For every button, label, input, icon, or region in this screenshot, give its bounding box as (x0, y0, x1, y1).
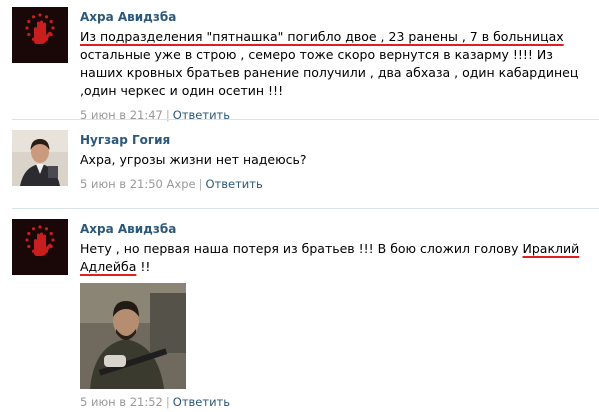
comment-text: Нету , но первая наша потеря из братьев … (80, 240, 593, 276)
comment-author[interactable]: Нугзар Гогия (80, 133, 170, 147)
comment-separator (12, 119, 599, 120)
comments-list: Ахра Авидзба Из подразделения "пятнашка"… (0, 0, 599, 412)
comment-content: Ахра Авидзба Нету , но первая наша потер… (80, 221, 593, 409)
reply-button[interactable]: Ответить (173, 395, 230, 409)
red-hand-stars-flag-icon (12, 219, 68, 275)
comment-item: Нугзар Гогия Ахра, угрозы жизни нет наде… (0, 119, 599, 208)
avatar[interactable] (12, 7, 68, 63)
comment-meta: 5 июн в 21:52 | Ответить (80, 395, 593, 409)
avatar[interactable] (12, 130, 68, 186)
comment-content: Ахра Авидзба Из подразделения "пятнашка"… (80, 9, 593, 122)
reply-to-name[interactable]: Ахре (167, 177, 196, 191)
soldier-photo-icon (80, 283, 186, 389)
comment-meta: 5 июн в 21:50 Ахре | Ответить (80, 177, 593, 191)
comment-author[interactable]: Ахра Авидзба (80, 222, 176, 236)
red-hand-stars-flag-icon (12, 7, 68, 63)
comment-date[interactable]: 5 июн в 21:52 (80, 395, 163, 409)
comment-text: Из подразделения "пятнашка" погибло двое… (80, 28, 593, 100)
comment-text: Ахра, угрозы жизни нет надеюсь? (80, 152, 307, 167)
avatar[interactable] (12, 219, 68, 275)
comment-content: Нугзар Гогия Ахра, угрозы жизни нет наде… (80, 132, 593, 191)
comment-text-end: !! (136, 259, 151, 274)
comment-item: Ахра Авидзба Из подразделения "пятнашка"… (0, 0, 599, 122)
meta-divider: | (165, 395, 170, 409)
user-photo-icon (12, 130, 68, 186)
comment-text-rest: остальные уже в строю , семеро тоже скор… (80, 47, 579, 98)
comment-separator (12, 208, 599, 209)
comment-author[interactable]: Ахра Авидзба (80, 10, 176, 24)
comment-date[interactable]: 5 июн в 21:50 (80, 177, 163, 191)
comment-text-plain: Нету , но первая наша потеря из братьев … (80, 241, 523, 256)
comment-item: Ахра Авидзба Нету , но первая наша потер… (0, 208, 599, 412)
photo-attachment[interactable] (80, 283, 186, 389)
red-underlined-text: Из подразделения "пятнашка" погибло двое… (80, 29, 564, 44)
reply-button[interactable]: Ответить (205, 177, 262, 191)
meta-divider: | (198, 177, 203, 191)
